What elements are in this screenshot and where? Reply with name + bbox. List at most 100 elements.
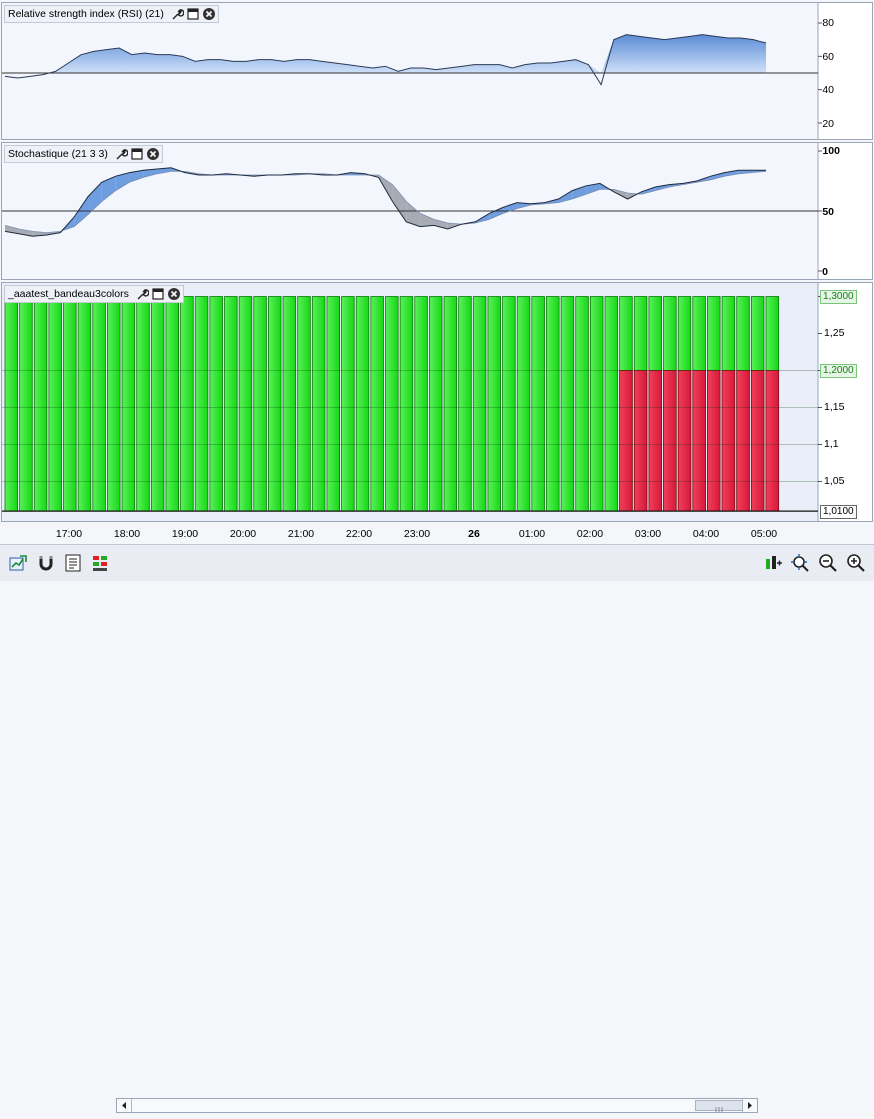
xtick-2200: 22:00 [345,528,373,540]
bandeau-bar-green [48,296,62,512]
bandeau-bar-green [531,296,545,512]
xtick-day-26: 26 [468,528,480,540]
bandeau-bar-green [4,296,19,512]
xtick-1700: 17:00 [55,528,83,540]
stoch-ytick-50: 50 [822,206,834,218]
stoch-ytick-0: 0 [822,266,828,278]
bandeau-price-tag-bottom: 1,0100 [820,505,857,519]
bandeau-ytick-115: 1,15 [824,401,845,413]
rsi-ytick-40: 40 [822,84,834,96]
bandeau-bar-red [765,370,780,512]
bandeau-bar-green [341,296,355,512]
xtick-0200: 02:00 [576,528,604,540]
bandeau-price-tag-top: 1,3000 [820,290,857,304]
list-icon[interactable] [63,553,83,573]
scroll-right-icon[interactable] [742,1099,757,1112]
bandeau-bar-green [136,296,150,512]
bandeau-title: _aaatest_bandeau3colors [8,288,129,300]
bandeau-bar-green [502,296,516,512]
bandeau-bar-green [385,296,399,512]
chart-export-icon[interactable] [8,553,28,573]
xtick-1800: 18:00 [113,528,141,540]
wrench-icon[interactable] [170,7,184,21]
bandeau-bar-red [663,370,677,512]
rsi-pane[interactable]: Relative strength index (RSI) (21) 80 60… [1,2,873,140]
xtick-0100: 01:00 [518,528,546,540]
bandeau-price-tag-mid: 1,2000 [820,364,857,378]
zoom-fit-icon[interactable] [790,553,810,573]
bandeau-bar-green [238,296,253,512]
window-icon[interactable] [151,287,165,301]
bandeau-bar-green [253,296,267,512]
bandeau-bar-red [736,370,750,512]
bandeau-bar-green [370,296,384,512]
bandeau-bar-green [604,296,619,512]
bandeau-bar-green [429,296,443,512]
bandeau-bar-green [355,296,370,512]
bandeau-bar-green [297,296,311,512]
bandeau-bar-green [268,296,282,512]
bandeau-bar-green [399,296,414,512]
bandeau-bar-green [107,296,121,512]
rsi-ytick-60: 60 [822,51,834,63]
stoch-title-bar: Stochastique (21 3 3) [4,145,163,163]
bandeau-bar-red [677,370,692,512]
bandeau-bar-green [472,296,487,512]
magnet-icon[interactable] [36,553,56,573]
rsi-ytick-80: 80 [822,17,834,29]
bandeau-bar-green [326,296,340,512]
bandeau-bar-red [721,370,736,512]
rsi-ytick-20: 20 [822,118,834,130]
xtick-0500: 05:00 [750,528,778,540]
scrollbar-thumb[interactable] [695,1100,743,1112]
wrench-icon[interactable] [114,147,128,161]
bandeau-bar-green [575,296,589,512]
bandeau-bar-red [633,370,648,512]
time-scrollbar[interactable] [116,1098,758,1113]
wrench-icon[interactable] [135,287,149,301]
xtick-0400: 04:00 [692,528,720,540]
rsi-chart [2,3,822,139]
bandeau-bar-green [63,296,77,512]
bandeau-ytick-11: 1,1 [824,438,839,450]
xtick-2100: 21:00 [287,528,315,540]
bandeau-bar-green [224,296,238,512]
bandeau-bar-green [77,296,92,512]
close-icon[interactable] [167,287,181,301]
window-icon[interactable] [186,7,200,21]
close-icon[interactable] [202,7,216,21]
chart-window: Relative strength index (RSI) (21) 80 60… [0,0,874,1113]
bandeau-title-bar: _aaatest_bandeau3colors [4,285,184,303]
bandeau-bar-green [414,296,428,512]
rsi-title: Relative strength index (RSI) (21) [8,8,164,20]
stochastic-chart [2,143,822,279]
bandeau-bar-green [180,296,194,512]
zoom-out-icon[interactable] [818,553,838,573]
window-icon[interactable] [130,147,144,161]
bandeau-bar-green [546,296,560,512]
bandeau-bar-green [33,296,48,512]
bandeau-bar-red [619,370,633,512]
bandeau-bar-red [648,370,662,512]
bandeau-chart [2,283,822,521]
stochastic-pane[interactable]: Stochastique (21 3 3) 100 50 0 [1,142,873,280]
bandeau-bar-green [589,296,604,512]
zoom-in-icon[interactable] [846,553,866,573]
bandeau-pane[interactable]: _aaatest_bandeau3colors 1,3000 1,25 1,20… [1,282,873,522]
xtick-0300: 03:00 [634,528,662,540]
time-axis: 17:00 18:00 19:00 20:00 21:00 22:00 23:0… [0,522,874,544]
bandeau-bar-red [750,370,765,512]
scroll-left-icon[interactable] [117,1099,132,1112]
bandeau-ytick-105: 1,05 [824,475,845,487]
bandeau-bar-red [692,370,706,512]
bandeau-bar-green [194,296,209,512]
bandeau-bar-green [150,296,165,512]
crosshair-icon[interactable] [763,553,783,573]
bandeau-bar-green [165,296,180,512]
close-icon[interactable] [146,147,160,161]
xtick-2300: 23:00 [403,528,431,540]
bandeau-bar-green [209,296,223,512]
stoch-ytick-100: 100 [822,145,840,157]
levels-icon[interactable] [90,553,110,573]
bandeau-bar-green [516,296,531,512]
